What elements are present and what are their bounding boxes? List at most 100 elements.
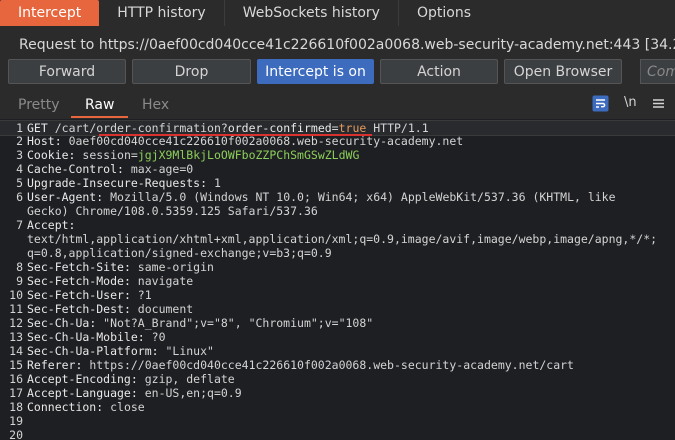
header-value: Gecko) Chrome/108.0.5359.125 Safari/537.… xyxy=(27,204,318,218)
tab-http-history[interactable]: HTTP history xyxy=(99,0,223,26)
header-line: 16 Accept-Encoding: gzip, deflate xyxy=(0,372,675,386)
request-target-text: Request to https://0aef00cd040cce41c2266… xyxy=(19,37,675,53)
intercept-toolbar: Forward Drop Intercept is on Action Open… xyxy=(0,59,675,85)
header-line: 19 xyxy=(0,414,675,428)
header-value: close xyxy=(110,400,145,414)
header-name: Sec-Fetch-Site xyxy=(27,260,124,274)
header-name: Sec-Ch-Ua xyxy=(27,316,90,330)
request-line-text: GET /cart/order-confirmation?order-confi… xyxy=(27,121,429,135)
line-number: 6 xyxy=(16,190,23,204)
header-line: 7 Accept: xyxy=(0,218,675,232)
header-line: 8 Sec-Fetch-Site: same-origin xyxy=(0,260,675,274)
header-line: 18 Connection: close xyxy=(0,400,675,414)
header-name: Sec-Fetch-Mode xyxy=(27,274,124,288)
header-name: Accept-Encoding xyxy=(27,372,131,386)
tab-options[interactable]: Options xyxy=(397,0,489,26)
forward-button[interactable]: Forward xyxy=(8,59,126,84)
intercept-toggle-button[interactable]: Intercept is on xyxy=(257,59,374,84)
header-name: Sec-Fetch-Dest xyxy=(27,302,124,316)
open-browser-button[interactable]: Open Browser xyxy=(504,59,622,84)
header-line: 14 Sec-Ch-Ua-Platform: "Linux" xyxy=(0,344,675,358)
line-number: 12 xyxy=(9,316,23,330)
line-number: 1 xyxy=(16,121,23,135)
header-value: ?0 xyxy=(151,330,166,344)
cookie-value: jgjX9MlBkjLoOWFboZZPChSmGSwZLdWG xyxy=(137,148,360,162)
header-line: q=0.8,application/signed-exchange;v=b3;q… xyxy=(0,246,675,260)
tab-intercept[interactable]: Intercept xyxy=(0,0,100,26)
header-line: 10 Sec-Fetch-User: ?1 xyxy=(0,288,675,302)
header-value: q=0.8,application/signed-exchange;v=b3;q… xyxy=(27,246,332,260)
header-name: Upgrade-Insecure-Requests xyxy=(27,176,201,190)
header-line: 4 Cache-Control: max-age=0 xyxy=(0,162,675,176)
header-name: Sec-Ch-Ua-Mobile xyxy=(27,330,138,344)
http-method: GET xyxy=(27,121,48,135)
http-protocol: HTTP/1.1 xyxy=(366,121,429,135)
header-name: Sec-Ch-Ua-Platform xyxy=(27,344,152,358)
header-line: 5 Upgrade-Insecure-Requests: 1 xyxy=(0,176,675,190)
header-value: navigate xyxy=(137,274,194,288)
line-number: 4 xyxy=(16,162,23,176)
wrap-icon[interactable] xyxy=(592,95,609,112)
header-cookie: 3 Cookie: session=jgjX9MlBkjLoOWFboZZPCh… xyxy=(16,148,360,162)
cookie-name: session xyxy=(82,148,131,162)
header-line: 13 Sec-Ch-Ua-Mobile: ?0 xyxy=(0,330,675,344)
header-value: "Linux" xyxy=(165,344,214,358)
header-name: Connection xyxy=(27,400,97,414)
header-value: ?1 xyxy=(137,288,152,302)
request-path: /cart/order-confirmation? xyxy=(54,121,228,135)
query-param-value: true xyxy=(338,121,367,135)
header-value: same-origin xyxy=(137,260,214,274)
header-host: 2 Host: 0aef00cd040cce41c226610f002a0068… xyxy=(16,134,464,148)
header-line: 6 User-Agent: Mozilla/5.0 (Windows NT 10.… xyxy=(0,190,675,204)
query-param-equals: = xyxy=(331,121,339,135)
line-number: 20 xyxy=(9,428,23,440)
header-line: 15 Referer: https://0aef00cd040cce41c2266… xyxy=(0,358,675,372)
header-value: en-US,en;q=0.9 xyxy=(144,386,242,400)
header-value: max-age=0 xyxy=(130,162,194,176)
line-number: 13 xyxy=(9,330,23,344)
request-target-bar: Request to https://0aef00cd040cce41c2266… xyxy=(0,32,675,58)
header-name: User-Agent xyxy=(27,190,97,204)
line-number: 15 xyxy=(9,358,23,372)
header-name: Accept-Language xyxy=(27,386,131,400)
line-number: 16 xyxy=(9,372,23,386)
header-value: https://0aef00cd040cce41c226610f002a0068… xyxy=(89,358,574,372)
drop-button[interactable]: Drop xyxy=(132,59,251,84)
header-name: Sec-Fetch-User xyxy=(27,288,124,302)
line-number: 7 xyxy=(16,218,23,232)
host-value: 0aef00cd040cce41c226610f002a0068.web-sec… xyxy=(68,134,464,148)
line-number: 19 xyxy=(9,414,23,428)
line-number: 8 xyxy=(16,260,23,274)
newline-icon[interactable]: \n xyxy=(624,95,637,110)
menu-icon[interactable] xyxy=(652,95,665,112)
header-value: 1 xyxy=(213,176,221,190)
header-value: gzip, deflate xyxy=(144,372,235,386)
header-line: 11 Sec-Fetch-Dest: document xyxy=(0,302,675,316)
line-number: 14 xyxy=(9,344,23,358)
request-editor[interactable]: 1 GET /cart/order-confirmation?order-con… xyxy=(0,119,675,440)
tab-raw[interactable]: Raw xyxy=(71,94,129,118)
header-line: 12 Sec-Ch-Ua: "Not?A_Brand";v="8", "Chrom… xyxy=(0,316,675,330)
action-button[interactable]: Action xyxy=(380,59,498,84)
line-number: 10 xyxy=(9,288,23,302)
header-value: text/html,application/xhtml+xml,applicat… xyxy=(27,232,658,246)
header-value: document xyxy=(137,302,194,316)
line-number: 5 xyxy=(16,176,23,190)
header-name: Referer xyxy=(27,358,76,372)
header-name: Accept xyxy=(27,218,69,232)
line-number: 17 xyxy=(9,386,23,400)
message-view-tabs: Pretty Raw Hex xyxy=(0,94,675,118)
line-number: 18 xyxy=(9,400,23,414)
tab-hex[interactable]: Hex xyxy=(142,94,169,116)
header-value: "Not?A_Brand";v="8", "Chromium";v="108" xyxy=(103,316,374,330)
line-number: 11 xyxy=(9,302,23,316)
tab-websockets-history[interactable]: WebSockets history xyxy=(223,0,398,26)
header-line: 9 Sec-Fetch-Mode: navigate xyxy=(0,274,675,288)
tab-pretty[interactable]: Pretty xyxy=(18,94,60,116)
header-line: 20 xyxy=(0,428,675,440)
header-line: 17 Accept-Language: en-US,en;q=0.9 xyxy=(0,386,675,400)
header-line: Gecko) Chrome/108.0.5359.125 Safari/537.… xyxy=(0,204,675,218)
top-tab-bar: Intercept HTTP history WebSockets histor… xyxy=(0,0,675,26)
comment-input[interactable]: Comm xyxy=(640,59,675,84)
header-value: Mozilla/5.0 (Windows NT 10.0; Win64; x64… xyxy=(110,190,616,204)
